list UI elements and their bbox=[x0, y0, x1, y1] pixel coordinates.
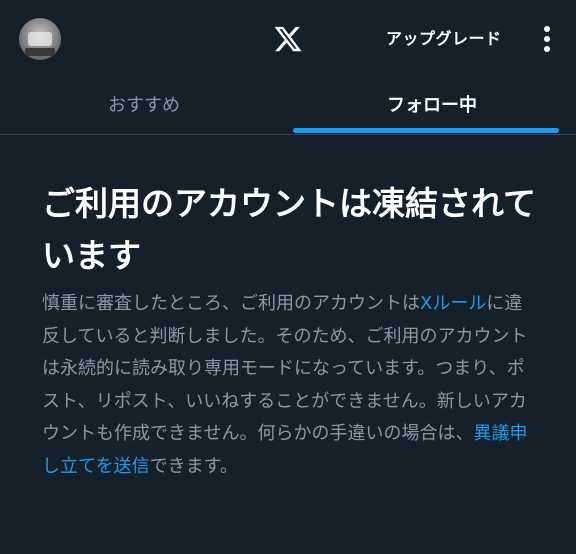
avatar[interactable] bbox=[19, 18, 61, 60]
avatar-image-detail bbox=[25, 48, 55, 56]
tab-for-you[interactable]: おすすめ bbox=[0, 80, 288, 135]
active-tab-indicator bbox=[293, 128, 559, 133]
more-vertical-icon[interactable] bbox=[537, 24, 557, 54]
message-text-2: に違反していると判断しました。そのため、ご利用のアカウントは永続的に読み取り専用… bbox=[42, 293, 528, 444]
top-bar: アップグレード bbox=[0, 0, 576, 80]
x-logo-icon bbox=[274, 26, 302, 52]
suspension-message: 慎重に審査したところ、ご利用のアカウントはXルールに違反していると判断しました。… bbox=[42, 288, 532, 483]
tab-following[interactable]: フォロー中 bbox=[288, 80, 576, 135]
message-text-3: できます。 bbox=[149, 455, 238, 477]
avatar-image bbox=[28, 32, 52, 46]
timeline-tabs: おすすめ フォロー中 bbox=[0, 80, 576, 135]
upgrade-button[interactable]: アップグレード bbox=[386, 28, 502, 50]
x-rules-link[interactable]: Xルール bbox=[420, 293, 486, 314]
message-text-1: 慎重に審査したところ、ご利用のアカウントは bbox=[42, 293, 420, 314]
suspension-title: ご利用のアカウントは凍結されています bbox=[42, 184, 537, 275]
